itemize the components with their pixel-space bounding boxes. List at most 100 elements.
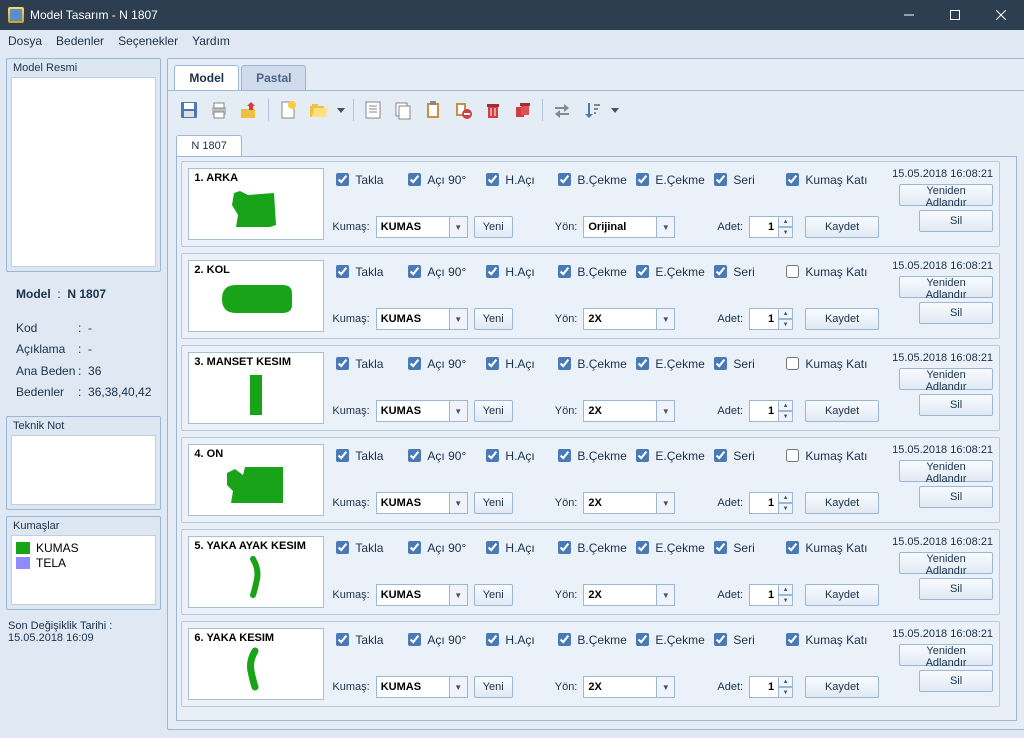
adet-spinner[interactable]: ▲▼ — [749, 676, 793, 698]
adet-spinner[interactable]: ▲▼ — [749, 216, 793, 238]
copy-icon[interactable] — [390, 97, 416, 123]
bcekme-checkbox[interactable] — [558, 541, 571, 554]
kaydet-button[interactable]: Kaydet — [805, 400, 879, 422]
dropdown-icon[interactable]: ▼ — [450, 216, 468, 238]
spin-down-icon[interactable]: ▼ — [779, 411, 793, 422]
yon-combo[interactable]: ▼ — [583, 584, 675, 606]
close-button[interactable] — [978, 0, 1024, 30]
piece-thumbnail[interactable]: 3. MANSET KESIM — [188, 352, 324, 424]
yon-combo[interactable]: ▼ — [583, 308, 675, 330]
kumas-input[interactable] — [376, 216, 450, 238]
rename-button[interactable]: Yeniden Adlandır — [899, 276, 993, 298]
yon-input[interactable] — [583, 308, 657, 330]
import-icon[interactable] — [236, 97, 262, 123]
haci-checkbox[interactable] — [486, 173, 499, 186]
spin-down-icon[interactable]: ▼ — [779, 687, 793, 698]
minimize-button[interactable] — [886, 0, 932, 30]
yon-input[interactable] — [583, 492, 657, 514]
sil-button[interactable]: Sil — [919, 670, 993, 692]
kumaskati-checkbox[interactable] — [786, 541, 799, 554]
yeni-button[interactable]: Yeni — [474, 492, 513, 514]
aci90-checkbox[interactable] — [408, 449, 421, 462]
save-icon[interactable] — [176, 97, 202, 123]
menu-bedenler[interactable]: Bedenler — [56, 34, 104, 48]
dropdown-icon[interactable]: ▼ — [657, 492, 675, 514]
yon-combo[interactable]: ▼ — [583, 400, 675, 422]
spin-up-icon[interactable]: ▲ — [779, 400, 793, 411]
dropdown-icon[interactable]: ▼ — [657, 216, 675, 238]
adet-spinner[interactable]: ▲▼ — [749, 400, 793, 422]
yon-input[interactable] — [583, 676, 657, 698]
ecekme-checkbox[interactable] — [636, 541, 649, 554]
takla-checkbox[interactable] — [336, 173, 349, 186]
haci-checkbox[interactable] — [486, 265, 499, 278]
menu-yardim[interactable]: Yardım — [192, 34, 230, 48]
spin-up-icon[interactable]: ▲ — [779, 584, 793, 595]
kumas-combo[interactable]: ▼ — [376, 216, 468, 238]
yeni-button[interactable]: Yeni — [474, 400, 513, 422]
delete-all-icon[interactable] — [510, 97, 536, 123]
takla-checkbox[interactable] — [336, 265, 349, 278]
rename-button[interactable]: Yeniden Adlandır — [899, 368, 993, 390]
kumas-input[interactable] — [376, 400, 450, 422]
kumas-input[interactable] — [376, 676, 450, 698]
kumas-combo[interactable]: ▼ — [376, 492, 468, 514]
sort-icon[interactable] — [579, 97, 605, 123]
yon-combo[interactable]: ▼ — [583, 492, 675, 514]
yon-combo[interactable]: ▼ — [583, 676, 675, 698]
adet-spinner[interactable]: ▲▼ — [749, 584, 793, 606]
seri-checkbox[interactable] — [714, 633, 727, 646]
spin-down-icon[interactable]: ▼ — [779, 319, 793, 330]
dropdown-icon[interactable]: ▼ — [450, 584, 468, 606]
bcekme-checkbox[interactable] — [558, 265, 571, 278]
adet-input[interactable] — [749, 308, 779, 330]
ecekme-checkbox[interactable] — [636, 449, 649, 462]
kumas-combo[interactable]: ▼ — [376, 584, 468, 606]
aci90-checkbox[interactable] — [408, 173, 421, 186]
bcekme-checkbox[interactable] — [558, 357, 571, 370]
kumas-combo[interactable]: ▼ — [376, 400, 468, 422]
adet-spinner[interactable]: ▲▼ — [749, 492, 793, 514]
sil-button[interactable]: Sil — [919, 302, 993, 324]
piece-thumbnail[interactable]: 4. ON — [188, 444, 324, 516]
yeni-button[interactable]: Yeni — [474, 216, 513, 238]
new-icon[interactable] — [275, 97, 301, 123]
print-icon[interactable] — [206, 97, 232, 123]
yon-input[interactable] — [583, 216, 657, 238]
kumas-item[interactable]: KUMAS — [16, 541, 151, 555]
aci90-checkbox[interactable] — [408, 541, 421, 554]
spin-down-icon[interactable]: ▼ — [779, 595, 793, 606]
rename-button[interactable]: Yeniden Adlandır — [899, 460, 993, 482]
adet-input[interactable] — [749, 400, 779, 422]
swap-icon[interactable] — [549, 97, 575, 123]
takla-checkbox[interactable] — [336, 449, 349, 462]
piece-list[interactable]: 1. ARKA Takla Açı 90° H.Açı B.Çekme E.Çe… — [176, 156, 1017, 721]
delete-icon[interactable] — [480, 97, 506, 123]
rename-button[interactable]: Yeniden Adlandır — [899, 644, 993, 666]
dropdown-icon[interactable]: ▼ — [450, 492, 468, 514]
kumas-input[interactable] — [376, 584, 450, 606]
haci-checkbox[interactable] — [486, 449, 499, 462]
kaydet-button[interactable]: Kaydet — [805, 676, 879, 698]
takla-checkbox[interactable] — [336, 633, 349, 646]
piece-thumbnail[interactable]: 1. ARKA — [188, 168, 324, 240]
adet-input[interactable] — [749, 492, 779, 514]
spin-down-icon[interactable]: ▼ — [779, 227, 793, 238]
kumas-item[interactable]: TELA — [16, 556, 151, 570]
yon-input[interactable] — [583, 584, 657, 606]
menu-dosya[interactable]: Dosya — [8, 34, 42, 48]
teknik-not-area[interactable] — [11, 435, 156, 505]
adet-spinner[interactable]: ▲▼ — [749, 308, 793, 330]
takla-checkbox[interactable] — [336, 541, 349, 554]
rename-button[interactable]: Yeniden Adlandır — [899, 552, 993, 574]
sil-button[interactable]: Sil — [919, 210, 993, 232]
sil-button[interactable]: Sil — [919, 578, 993, 600]
ecekme-checkbox[interactable] — [636, 265, 649, 278]
maximize-button[interactable] — [932, 0, 978, 30]
kumas-input[interactable] — [376, 492, 450, 514]
seri-checkbox[interactable] — [714, 357, 727, 370]
dropdown-icon[interactable]: ▼ — [450, 308, 468, 330]
aci90-checkbox[interactable] — [408, 357, 421, 370]
tab-pastal[interactable]: Pastal — [241, 65, 306, 90]
remove-paste-icon[interactable] — [450, 97, 476, 123]
